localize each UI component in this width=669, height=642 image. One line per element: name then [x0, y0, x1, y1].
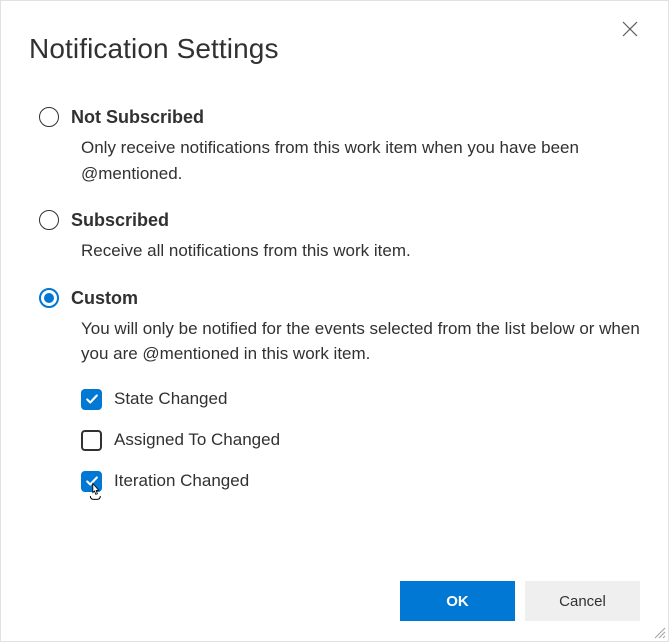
radio-subscribed[interactable]	[39, 210, 59, 230]
checkmark-icon	[85, 392, 99, 406]
checkmark-icon	[85, 474, 99, 488]
option-custom[interactable]: Custom	[39, 286, 640, 310]
option-label: Custom	[71, 286, 138, 310]
checkbox-assigned-to-changed[interactable]	[81, 430, 102, 451]
cancel-button[interactable]: Cancel	[525, 581, 640, 621]
notification-settings-dialog: Notification Settings Not Subscribed Onl…	[1, 1, 668, 641]
close-icon	[622, 21, 638, 37]
checkbox-iteration-changed[interactable]	[81, 471, 102, 492]
option-label: Subscribed	[71, 208, 169, 232]
option-desc: Receive all notifications from this work…	[81, 238, 640, 264]
ok-button[interactable]: OK	[400, 581, 515, 621]
resize-handle-icon[interactable]	[652, 625, 666, 639]
option-desc: Only receive notifications from this wor…	[81, 135, 640, 186]
radio-dot-icon	[44, 293, 54, 303]
custom-checks: State Changed Assigned To Changed Iterat…	[81, 389, 640, 492]
check-iteration-changed[interactable]: Iteration Changed	[81, 471, 640, 492]
option-desc: You will only be notified for the events…	[81, 316, 640, 367]
check-label: Assigned To Changed	[114, 430, 280, 450]
dialog-footer: OK Cancel	[400, 581, 640, 621]
check-label: State Changed	[114, 389, 227, 409]
radio-custom[interactable]	[39, 288, 59, 308]
check-assigned-to-changed[interactable]: Assigned To Changed	[81, 430, 640, 451]
checkbox-state-changed[interactable]	[81, 389, 102, 410]
check-label: Iteration Changed	[114, 471, 249, 491]
option-subscribed[interactable]: Subscribed	[39, 208, 640, 232]
dialog-title: Notification Settings	[29, 33, 640, 65]
radio-not-subscribed[interactable]	[39, 107, 59, 127]
option-label: Not Subscribed	[71, 105, 204, 129]
options-group: Not Subscribed Only receive notification…	[29, 105, 640, 492]
close-button[interactable]	[616, 15, 644, 43]
check-state-changed[interactable]: State Changed	[81, 389, 640, 410]
option-not-subscribed[interactable]: Not Subscribed	[39, 105, 640, 129]
